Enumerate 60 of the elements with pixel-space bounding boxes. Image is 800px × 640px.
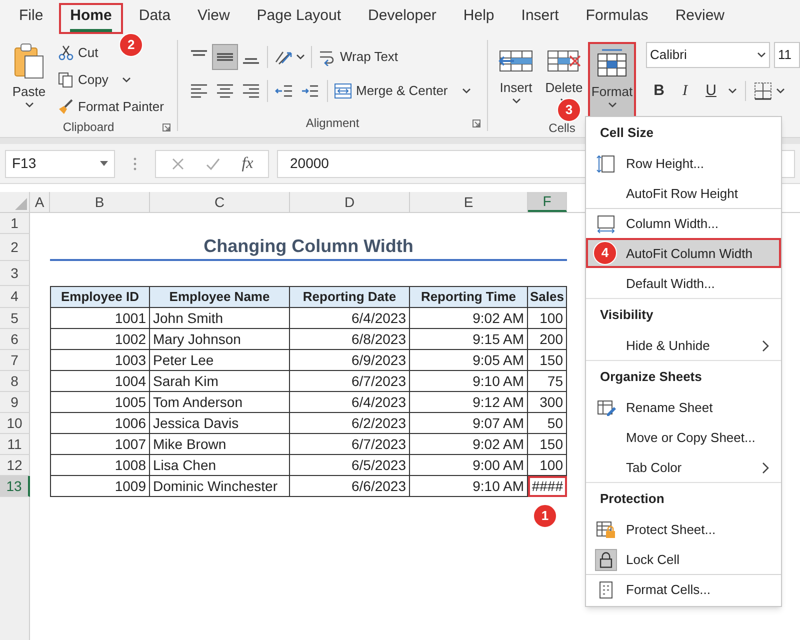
table-cell: Jessica Davis [150, 413, 290, 434]
table-cell: 9:02 AM [410, 308, 528, 329]
table-cell: 1009 [50, 476, 150, 497]
table-cell: Mary Johnson [150, 329, 290, 350]
table-cell: 1003 [50, 350, 150, 371]
table-cell: 9:10 AM [410, 371, 528, 392]
table-cell: 9:05 AM [410, 350, 528, 371]
menu-section-heading: Visibility [599, 306, 654, 324]
table-cell: 50 [528, 413, 567, 434]
table-cell: 6/5/2023 [290, 455, 410, 476]
group-label: Cells [548, 120, 576, 137]
table-cell: 6/8/2023 [290, 329, 410, 350]
table-cell: 100 [528, 308, 567, 329]
table-cell: 9:10 AM [410, 476, 528, 497]
table-header-cell: Employee Name [150, 286, 290, 308]
table-cell: 6/2/2023 [290, 413, 410, 434]
table-cell: Peter Lee [150, 350, 290, 371]
table-cell: 6/7/2023 [290, 434, 410, 455]
table-cell: 6/4/2023 [290, 308, 410, 329]
table-cell: 9:07 AM [410, 413, 528, 434]
menu-section-heading: Organize Sheets [599, 368, 703, 386]
table-cell: Lisa Chen [150, 455, 290, 476]
table-cell: 9:12 AM [410, 392, 528, 413]
table-cell: 300 [528, 392, 567, 413]
table-cell: 1001 [50, 308, 150, 329]
table-header-cell: Reporting Date [290, 286, 410, 308]
table-cell: #### [528, 476, 567, 497]
table-cell: 200 [528, 329, 567, 350]
table-cell: 75 [528, 371, 567, 392]
table-cell: 1004 [50, 371, 150, 392]
table-cell: Mike Brown [150, 434, 290, 455]
table-cell: 1002 [50, 329, 150, 350]
table-cell: Dominic Winchester [150, 476, 290, 497]
table-cell: 6/4/2023 [290, 392, 410, 413]
table-cell: 150 [528, 350, 567, 371]
table-cell: 1006 [50, 413, 150, 434]
table-cell: 100 [528, 455, 567, 476]
table-cell: 1005 [50, 392, 150, 413]
table-cell: John Smith [150, 308, 290, 329]
table-header-cell: Reporting Time [410, 286, 528, 308]
table-cell: 1008 [50, 455, 150, 476]
table-cell: 1007 [50, 434, 150, 455]
group-label: Clipboard [62, 119, 114, 136]
menu-section-heading: Cell Size [599, 124, 654, 142]
table-cell: 9:00 AM [410, 455, 528, 476]
table-cell: 6/9/2023 [290, 350, 410, 371]
sheet-title: Changing Column Width [50, 234, 567, 261]
table-header-cell: Employee ID [50, 286, 150, 308]
table-cell: 6/6/2023 [290, 476, 410, 497]
table-cell: 9:15 AM [410, 329, 528, 350]
step-badge: 1 [533, 504, 557, 528]
table-cell: 6/7/2023 [290, 371, 410, 392]
menu-section-heading: Protection [599, 490, 666, 508]
table-cell: 9:02 AM [410, 434, 528, 455]
table-cell: Tom Anderson [150, 392, 290, 413]
table-cell: 150 [528, 434, 567, 455]
table-cell: Sarah Kim [150, 371, 290, 392]
table-header-cell: Sales [528, 286, 567, 308]
step-badge: 3 [557, 98, 581, 122]
group-label: Alignment [306, 115, 360, 132]
